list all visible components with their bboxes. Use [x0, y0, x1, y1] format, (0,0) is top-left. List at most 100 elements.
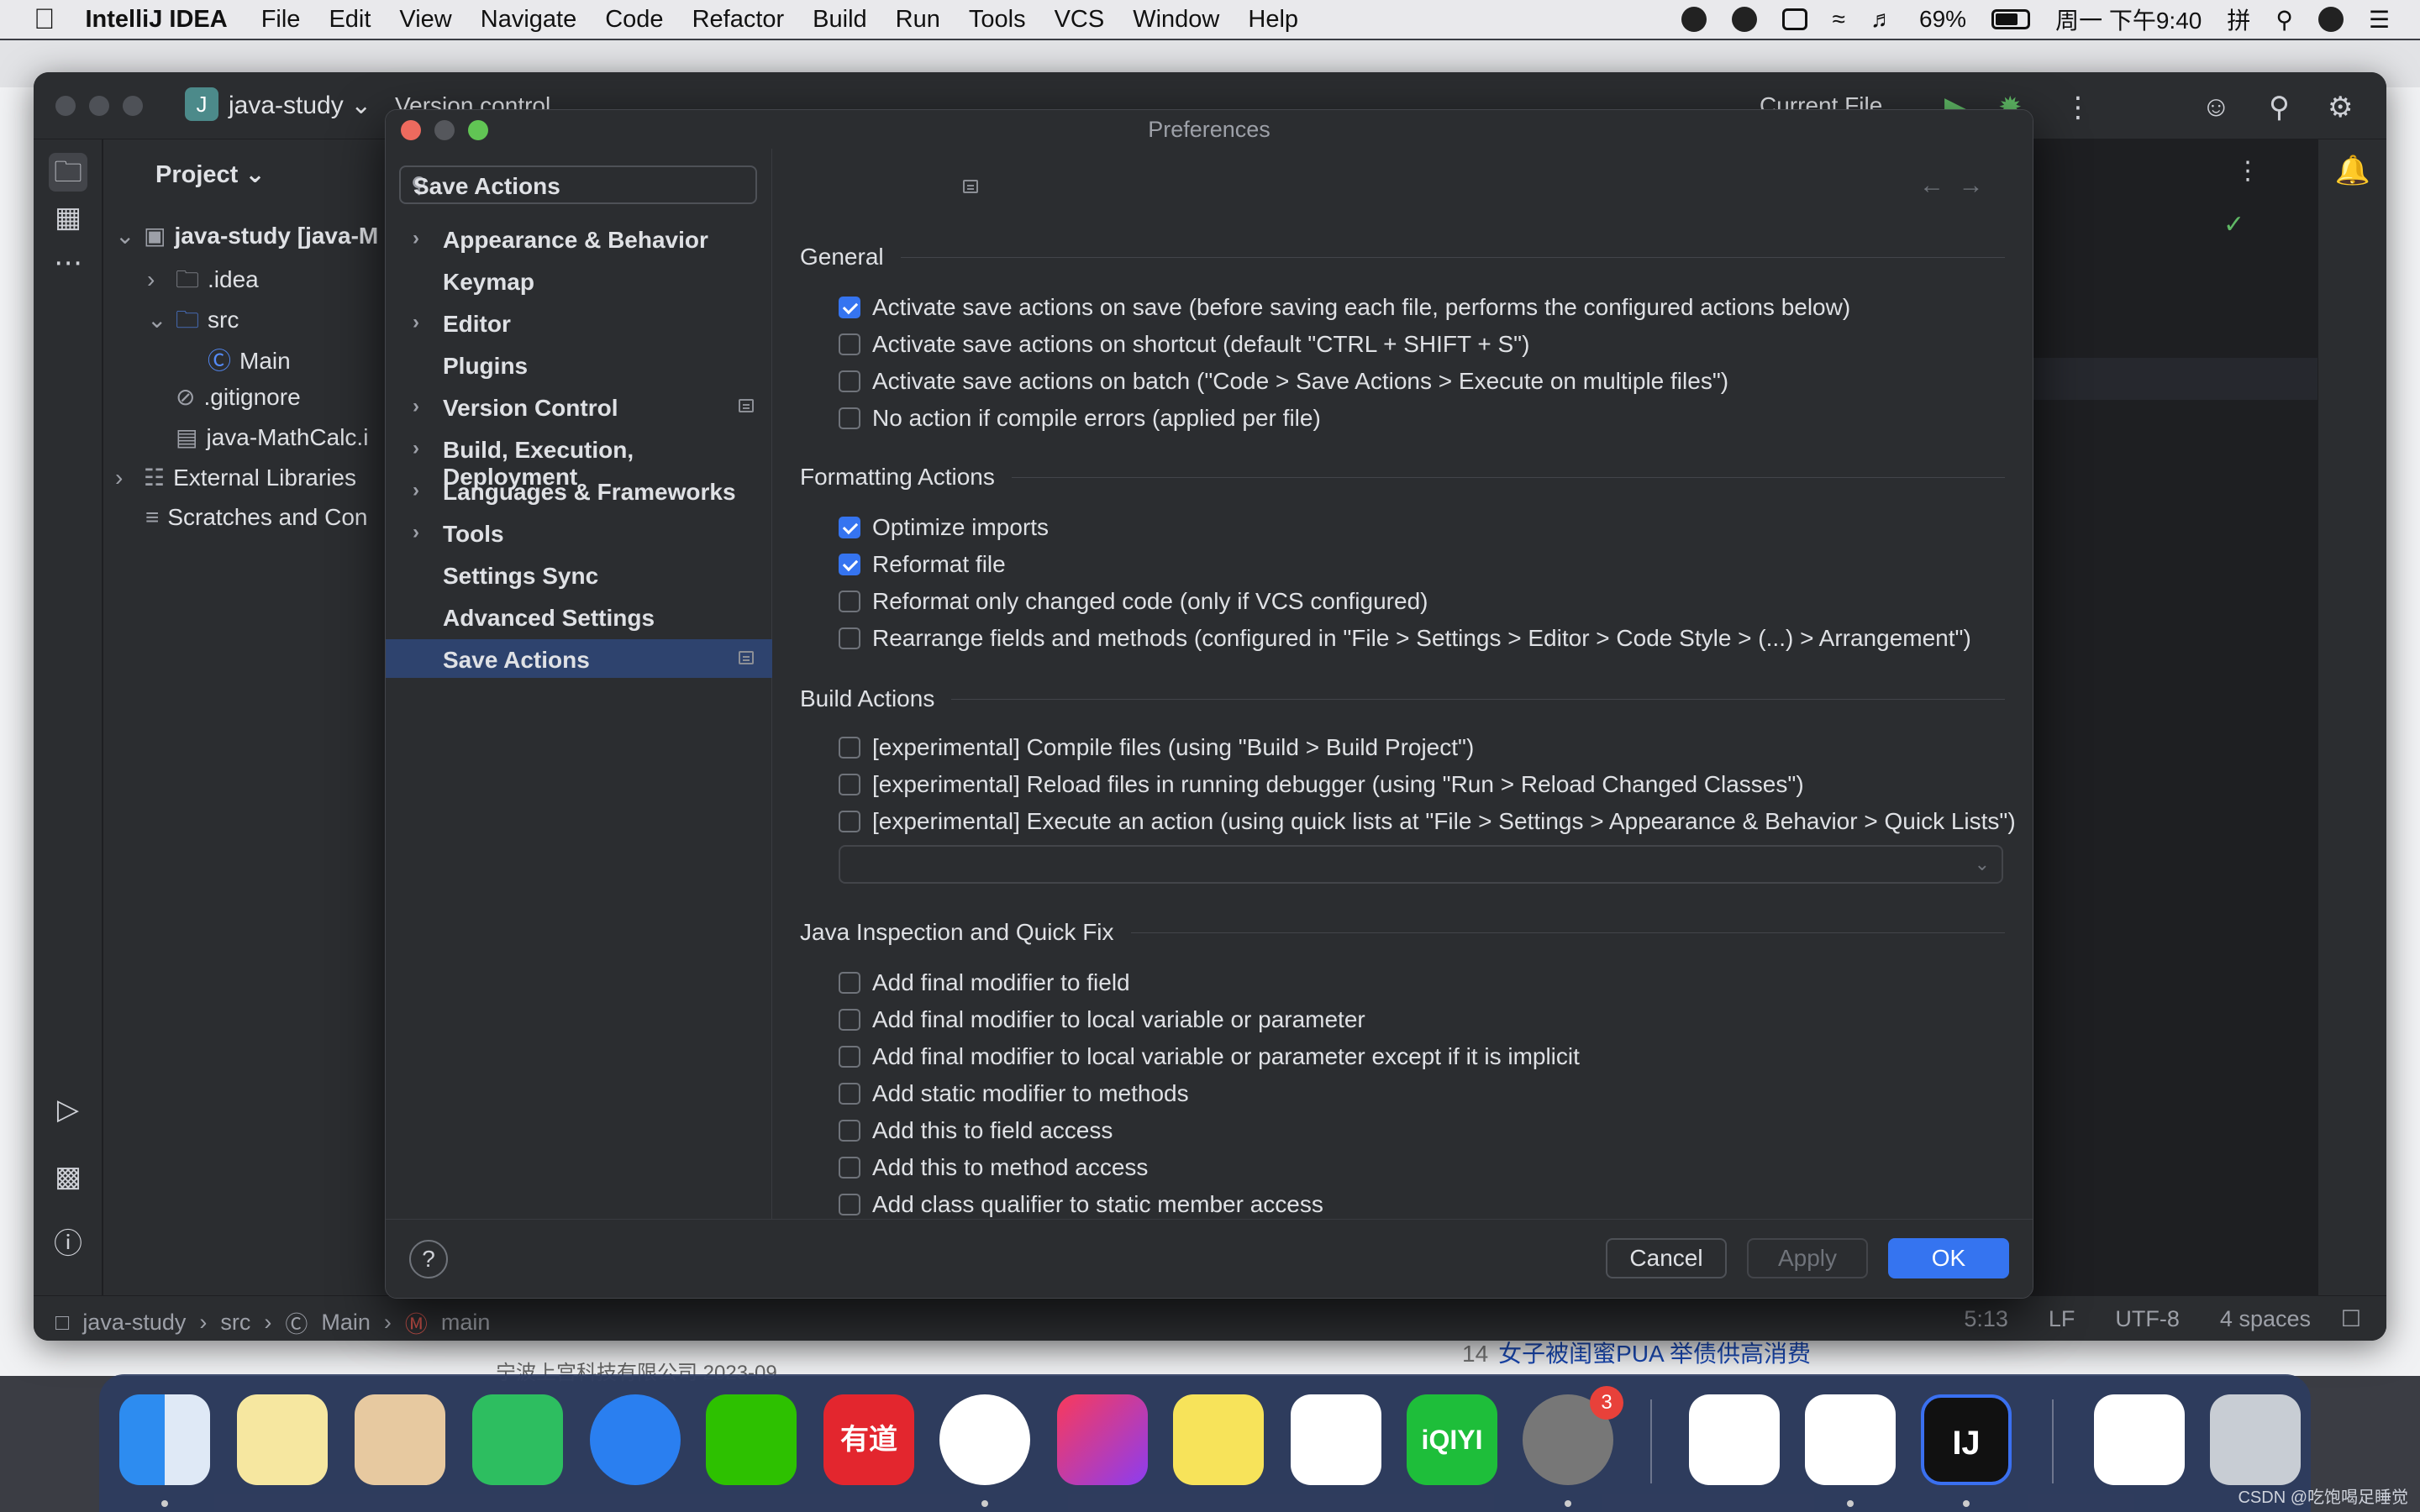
archive-utility-icon[interactable] [355, 1394, 445, 1485]
project-panel-title[interactable]: Project ⌄ [155, 160, 266, 189]
menu-vcs[interactable]: VCS [1055, 6, 1105, 34]
crumb-class[interactable]: Main [321, 1310, 371, 1336]
evernote-icon[interactable] [472, 1394, 563, 1485]
indent-setting[interactable]: 4 spaces [2220, 1306, 2311, 1332]
window-zoom-button[interactable] [123, 96, 143, 116]
nav-build-execution-deployment[interactable]: › Build, Execution, Deployment [386, 429, 772, 490]
nav-tools[interactable]: › Tools [386, 513, 772, 552]
opt-activate-on-batch[interactable]: Activate save actions on batch ("Code > … [839, 368, 1728, 395]
tree-main-class[interactable]: Ⓒ Main [208, 343, 291, 376]
notes-icon[interactable] [237, 1394, 328, 1485]
search-everywhere-icon[interactable]: ⚲ [2269, 91, 2290, 124]
opt-reformat-file[interactable]: Reformat file [839, 551, 1006, 578]
window-minimize-button[interactable] [89, 96, 109, 116]
checkbox[interactable] [839, 774, 860, 795]
nav-version-control[interactable]: › Version Control [386, 387, 772, 426]
more-tools-icon[interactable]: ⋯ [49, 244, 87, 282]
safari-icon[interactable] [590, 1394, 681, 1485]
opt-activate-on-save[interactable]: Activate save actions on save (before sa… [839, 294, 1850, 321]
services-tool-icon[interactable]: ▷ [49, 1090, 87, 1129]
crumb-src[interactable]: src [220, 1310, 250, 1336]
photos-folder-icon[interactable] [2094, 1394, 2185, 1485]
menu-view[interactable]: View [399, 6, 451, 34]
checkbox[interactable] [839, 1194, 860, 1215]
apply-button[interactable]: Apply [1747, 1238, 1868, 1278]
help-button[interactable]: ? [409, 1240, 448, 1278]
opt-final-local-except-implicit[interactable]: Add final modifier to local variable or … [839, 1043, 1580, 1070]
nav-keymap[interactable]: Keymap [386, 261, 772, 300]
crumb-project[interactable]: java-study [82, 1310, 186, 1336]
window-close-button[interactable] [55, 96, 76, 116]
wechat-icon[interactable] [706, 1394, 797, 1485]
add-user-icon[interactable]: ☺ [2202, 91, 2231, 123]
opt-this-field[interactable]: Add this to field access [839, 1117, 1113, 1144]
line-separator[interactable]: LF [2049, 1306, 2075, 1332]
forward-arrow-icon[interactable]: → [1959, 171, 1984, 199]
project-switcher[interactable]: java-study ⌄ [229, 91, 371, 120]
inspection-ok-icon[interactable]: ✓ [2223, 210, 2244, 239]
structure-tool-icon[interactable]: ▦ [49, 198, 87, 237]
opt-activate-on-shortcut[interactable]: Activate save actions on shortcut (defau… [839, 331, 1529, 358]
notifications-icon[interactable]: 🔔 [2333, 151, 2372, 190]
tree-scratches[interactable]: ≡ Scratches and Con [145, 504, 367, 531]
problems-tool-icon[interactable]: ⓘ [49, 1225, 87, 1263]
chrome-icon[interactable] [939, 1394, 1030, 1485]
nav-editor[interactable]: › Editor [386, 303, 772, 342]
feishu-docs-icon[interactable] [1689, 1394, 1780, 1485]
menu-run[interactable]: Run [896, 6, 940, 34]
checkbox[interactable] [839, 627, 860, 649]
sync-icon[interactable] [1731, 7, 1757, 32]
youdao-icon[interactable]: 有道 [823, 1394, 914, 1485]
tree-src-folder[interactable]: ⌄ 🗀 src [147, 302, 239, 343]
airplay-icon[interactable] [1781, 8, 1807, 30]
quick-list-combo[interactable]: ⌄ [839, 845, 2003, 884]
clock[interactable]: 周一 下午9:40 [2055, 3, 2202, 36]
intellij-idea-icon[interactable]: IJ [1921, 1394, 2012, 1485]
project-tool-icon[interactable]: 🗀 [49, 153, 87, 192]
opt-reload-files[interactable]: [experimental] Reload files in running d… [839, 771, 1804, 798]
spotlight-icon[interactable]: ⚲ [2275, 6, 2293, 34]
background-news-item[interactable]: 14 女子被闺蜜PUA 举债供高消费 [1462, 1336, 1811, 1369]
nav-save-actions[interactable]: Save Actions [386, 639, 772, 678]
nav-plugins[interactable]: Plugins [386, 345, 772, 384]
tree-idea-folder[interactable]: › 🗀 .idea [147, 262, 259, 302]
opt-reformat-changed[interactable]: Reformat only changed code (only if VCS … [839, 588, 1428, 615]
baidu-netdisk-icon[interactable] [1805, 1394, 1896, 1485]
opt-this-method[interactable]: Add this to method access [839, 1154, 1148, 1181]
opt-optimize-imports[interactable]: Optimize imports [839, 514, 1049, 541]
menu-file[interactable]: File [261, 6, 301, 34]
opt-no-action-compile-errors[interactable]: No action if compile errors (applied per… [839, 405, 1321, 432]
control-center-icon[interactable]: ☰ [2369, 6, 2390, 34]
nav-languages-frameworks[interactable]: › Languages & Frameworks [386, 471, 772, 510]
checkbox[interactable] [839, 333, 860, 355]
menu-build[interactable]: Build [813, 6, 867, 34]
more-actions-icon[interactable]: ⋮ [2064, 91, 2092, 124]
menu-tools[interactable]: Tools [969, 6, 1026, 34]
checkbox[interactable] [839, 1083, 860, 1105]
tree-external-libraries[interactable]: › ☷ External Libraries [115, 464, 356, 491]
menu-navigate[interactable]: Navigate [481, 6, 576, 34]
tree-root[interactable]: ⌄ ▣ java-study [java-M [115, 222, 378, 249]
checkbox[interactable] [839, 591, 860, 612]
checkbox[interactable] [839, 1157, 860, 1179]
ok-button[interactable]: OK [1888, 1238, 2009, 1278]
checkbox[interactable] [839, 407, 860, 429]
trash-icon[interactable] [2210, 1394, 2301, 1485]
cancel-button[interactable]: Cancel [1606, 1238, 1727, 1278]
checkbox[interactable] [839, 1046, 860, 1068]
menu-app-name[interactable]: IntelliJ IDEA [86, 6, 228, 34]
opt-static-methods[interactable]: Add static modifier to methods [839, 1080, 1189, 1107]
opt-class-qualifier[interactable]: Add class qualifier to static member acc… [839, 1191, 1323, 1218]
menu-help[interactable]: Help [1248, 6, 1298, 34]
lock-icon[interactable]: ☐ [2341, 1306, 2361, 1332]
editor-more-icon[interactable]: ⋮ [2235, 156, 2260, 186]
menu-refactor[interactable]: Refactor [692, 6, 785, 34]
checkbox[interactable] [839, 1120, 860, 1142]
input-method-icon[interactable]: 拼 [2227, 3, 2250, 36]
volume-icon[interactable]: ♬ [1870, 6, 1894, 33]
finder-icon[interactable] [119, 1394, 210, 1485]
menu-window[interactable]: Window [1133, 6, 1219, 34]
cloud-icon[interactable] [1681, 7, 1707, 32]
apple-icon[interactable]:  [34, 3, 55, 36]
wifi-icon[interactable]: ≈ [1833, 6, 1845, 33]
